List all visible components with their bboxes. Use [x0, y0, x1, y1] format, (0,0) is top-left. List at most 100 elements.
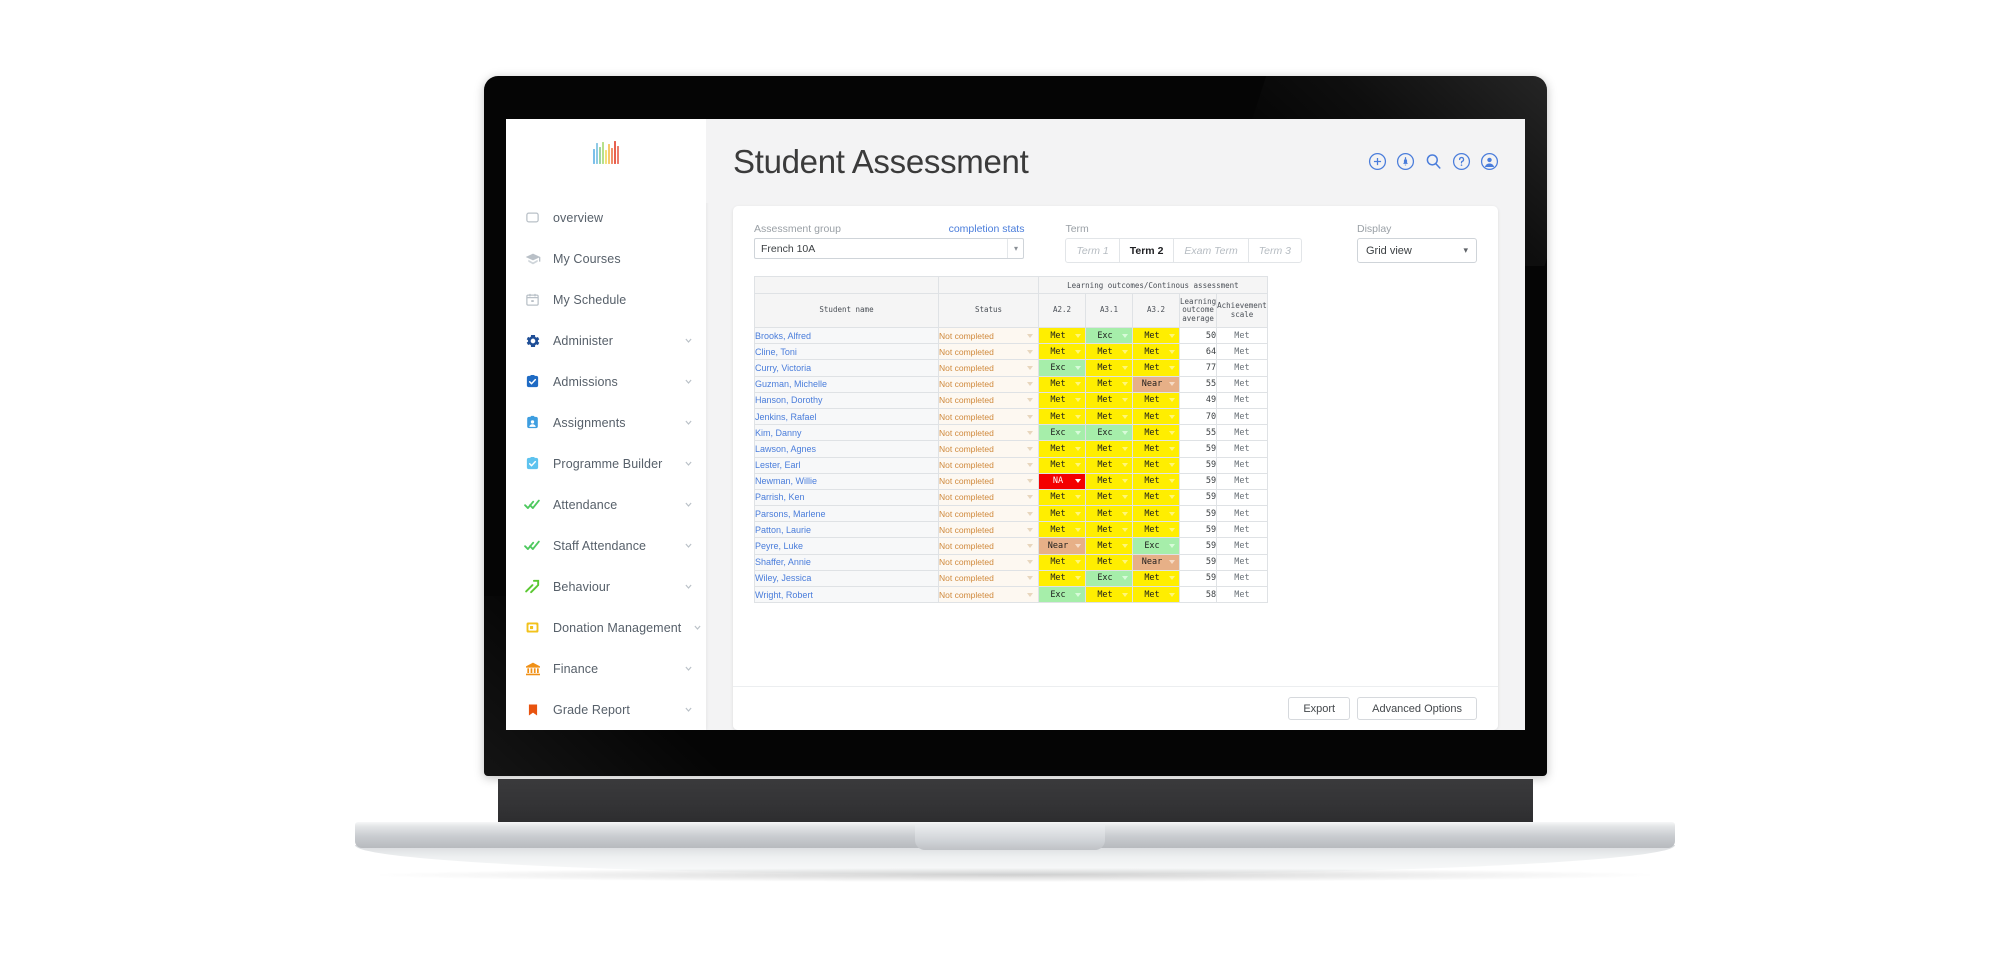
table-row[interactable]: Lawson, Agnes Not completed Met Met Met 59 Met [754, 440, 1268, 458]
account-icon[interactable] [1480, 152, 1499, 171]
cell-student-name[interactable]: Jenkins, Rafael [754, 407, 939, 426]
table-row[interactable]: Wiley, Jessica Not completed Met Exc Met 59 Me… [754, 569, 1268, 588]
chevron-down-icon[interactable] [1169, 365, 1175, 370]
chevron-down-icon[interactable] [1075, 544, 1081, 549]
cell-status[interactable]: Not completed [938, 440, 1039, 458]
cell-status[interactable]: Not completed [938, 456, 1039, 474]
cell-outcome-a32[interactable]: Met [1132, 424, 1180, 442]
chevron-down-icon[interactable] [1075, 382, 1081, 387]
table-row[interactable]: Brooks, Alfred Not completed Met Exc Met 50 Me… [754, 326, 1268, 345]
table-row[interactable]: Hanson, Dorothy Not completed Met Met Met 49 M… [754, 391, 1268, 409]
chevron-down-icon[interactable] [1075, 463, 1081, 468]
cell-outcome-a32[interactable]: Met [1132, 505, 1180, 523]
term-button-1[interactable]: Term 1 [1066, 239, 1120, 262]
cell-outcome-a32[interactable]: Met [1132, 585, 1180, 604]
sidebar-item-attendance[interactable]: Attendance [506, 484, 706, 525]
chevron-down-icon[interactable] [1122, 333, 1128, 338]
cell-status[interactable]: Not completed [938, 326, 1039, 345]
cell-status[interactable]: Not completed [938, 375, 1039, 393]
cell-student-name[interactable]: Wright, Robert [754, 585, 939, 604]
chevron-down-icon[interactable] [1027, 446, 1033, 451]
cell-outcome-a32[interactable]: Met [1132, 456, 1180, 474]
cell-outcome-a31[interactable]: Met [1085, 585, 1133, 604]
chevron-down-icon[interactable] [1169, 414, 1175, 419]
export-button[interactable]: Export [1288, 697, 1351, 720]
cell-outcome-a31[interactable]: Met [1085, 391, 1133, 409]
sidebar-item-overview[interactable]: overview [506, 197, 706, 238]
chevron-down-icon[interactable] [1075, 527, 1081, 532]
cell-outcome-a32[interactable]: Exc [1132, 537, 1180, 555]
cell-outcome-a32[interactable]: Met [1132, 343, 1180, 361]
sidebar-item-assignments[interactable]: Assignments [506, 402, 706, 443]
header-outcome-a31[interactable]: A3.1 [1085, 293, 1133, 328]
cell-outcome-a32[interactable]: Met [1132, 472, 1180, 490]
chevron-down-icon[interactable] [1027, 527, 1033, 532]
cell-outcome-a32[interactable]: Met [1132, 391, 1180, 409]
chevron-down-icon[interactable] [1169, 430, 1175, 435]
chevron-down-icon[interactable] [1169, 495, 1175, 500]
chevron-down-icon[interactable] [1027, 576, 1033, 581]
sidebar-item-finance[interactable]: Finance [506, 648, 706, 689]
cell-status[interactable]: Not completed [938, 585, 1039, 604]
cell-status[interactable]: Not completed [938, 472, 1039, 490]
cell-outcome-a31[interactable]: Exc [1085, 326, 1133, 345]
header-status[interactable]: Status [938, 293, 1039, 328]
cell-outcome-a22[interactable]: Met [1038, 569, 1086, 588]
cell-outcome-a22[interactable]: Met [1038, 488, 1086, 507]
cell-outcome-a32[interactable]: Near [1132, 375, 1180, 393]
cell-outcome-a22[interactable]: Met [1038, 326, 1086, 345]
cell-student-name[interactable]: Newman, Willie [754, 472, 939, 490]
chevron-down-icon[interactable] [1169, 333, 1175, 338]
cell-student-name[interactable]: Wiley, Jessica [754, 569, 939, 588]
chevron-down-icon[interactable] [1169, 349, 1175, 354]
cell-outcome-a22[interactable]: NA [1038, 472, 1086, 490]
cell-status[interactable]: Not completed [938, 488, 1039, 507]
cell-outcome-a31[interactable]: Met [1085, 440, 1133, 458]
cell-outcome-a22[interactable]: Met [1038, 456, 1086, 474]
cell-status[interactable]: Not completed [938, 359, 1039, 377]
completion-stats-link[interactable]: completion stats [949, 223, 1025, 235]
chevron-down-icon[interactable] [1075, 414, 1081, 419]
chevron-down-icon[interactable] [1169, 479, 1175, 484]
sidebar-item-behaviour[interactable]: Behaviour [506, 566, 706, 607]
chevron-down-icon[interactable]: ▾ [1007, 239, 1023, 258]
help-icon[interactable] [1452, 152, 1471, 171]
table-row[interactable]: Jenkins, Rafael Not completed Met Met Met 70 M… [754, 407, 1268, 426]
cell-status[interactable]: Not completed [938, 391, 1039, 409]
cell-outcome-a32[interactable]: Met [1132, 407, 1180, 426]
cell-student-name[interactable]: Lawson, Agnes [754, 440, 939, 458]
chevron-down-icon[interactable] [1075, 511, 1081, 516]
cell-outcome-a22[interactable]: Near [1038, 537, 1086, 555]
cell-outcome-a22[interactable]: Met [1038, 391, 1086, 409]
chevron-down-icon[interactable] [1122, 495, 1128, 500]
table-row[interactable]: Kim, Danny Not completed Exc Exc Met 55 Met [754, 424, 1268, 442]
chevron-down-icon[interactable] [1169, 544, 1175, 549]
chevron-down-icon[interactable] [1122, 592, 1128, 597]
chevron-down-icon[interactable] [1122, 463, 1128, 468]
cell-outcome-a31[interactable]: Met [1085, 488, 1133, 507]
cell-student-name[interactable]: Parsons, Marlene [754, 505, 939, 523]
chevron-down-icon[interactable] [1075, 560, 1081, 565]
sidebar-item-administer[interactable]: Administer [506, 320, 706, 361]
chevron-down-icon[interactable] [1027, 382, 1033, 387]
cell-outcome-a32[interactable]: Met [1132, 521, 1180, 539]
header-student-name[interactable]: Student name [754, 293, 939, 328]
chevron-down-icon[interactable] [1169, 511, 1175, 516]
sidebar-item-staff-attendance[interactable]: Staff Attendance [506, 525, 706, 566]
chevron-down-icon[interactable] [1122, 398, 1128, 403]
sidebar-item-admissions[interactable]: Admissions [506, 361, 706, 402]
cell-status[interactable]: Not completed [938, 537, 1039, 555]
cell-outcome-a32[interactable]: Met [1132, 440, 1180, 458]
cell-student-name[interactable]: Peyre, Luke [754, 537, 939, 555]
term-button-exam[interactable]: Exam Term [1174, 239, 1249, 262]
chevron-down-icon[interactable] [1075, 592, 1081, 597]
chevron-down-icon[interactable] [1075, 576, 1081, 581]
chevron-down-icon[interactable] [1122, 430, 1128, 435]
chevron-down-icon[interactable] [1027, 495, 1033, 500]
cell-outcome-a31[interactable]: Met [1085, 472, 1133, 490]
chevron-down-icon[interactable] [1169, 576, 1175, 581]
chevron-down-icon[interactable] [1027, 560, 1033, 565]
chevron-down-icon[interactable] [1027, 511, 1033, 516]
chevron-down-icon[interactable] [1122, 414, 1128, 419]
chevron-down-icon[interactable] [1075, 479, 1081, 484]
